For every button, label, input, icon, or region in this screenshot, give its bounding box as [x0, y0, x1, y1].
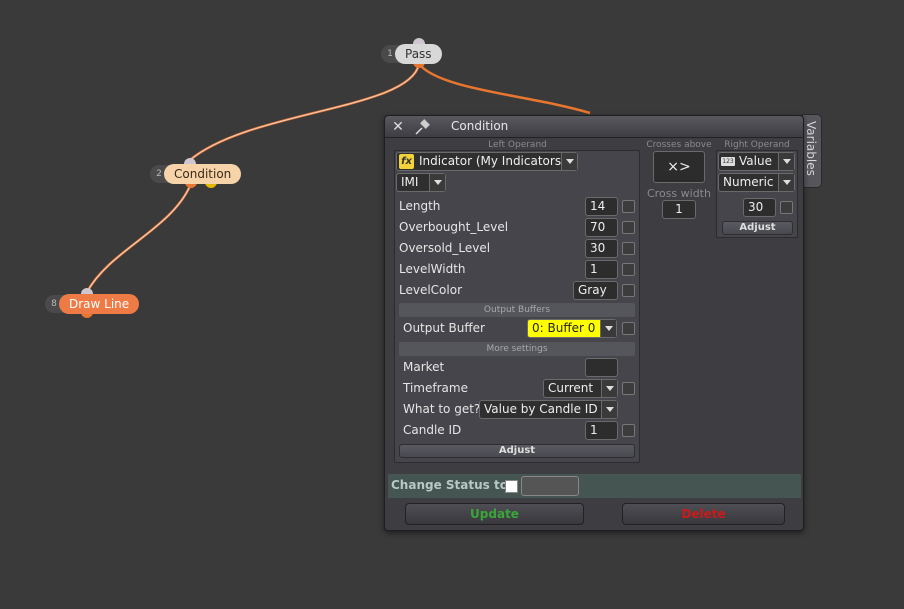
param-checkbox[interactable] [622, 200, 635, 213]
variables-tab-label: Variables [804, 121, 818, 176]
chevron-down-icon [429, 174, 445, 191]
condition-dialog: ✕ Condition Left Operand Crosses above R… [384, 115, 804, 531]
indicator-select[interactable]: fx Indicator (My Indicators) [396, 152, 578, 171]
what-label: What to get? [403, 402, 481, 416]
cross-width-caption: Cross width [647, 187, 711, 200]
node-label: Condition [164, 164, 242, 184]
chevron-down-icon [561, 153, 577, 170]
delete-button[interactable]: Delete [622, 503, 785, 525]
variables-tab[interactable]: Variables [802, 114, 822, 188]
wire-pass-to-dialog [418, 63, 591, 115]
change-status-checkbox[interactable] [505, 480, 518, 493]
param-label: LevelWidth [399, 262, 466, 276]
right-operand-caption: Right Operand [724, 140, 790, 150]
dialog-titlebar[interactable]: ✕ Condition [385, 116, 803, 138]
change-status-bar: Change Status to [388, 474, 801, 498]
node-condition[interactable]: 2 Condition [150, 158, 242, 188]
output-buffer-value: 0: Buffer 0 [532, 321, 596, 335]
cross-width-input[interactable]: 1 [662, 200, 696, 219]
change-status-label: Change Status to [391, 478, 508, 492]
output-buffer-label: Output Buffer [403, 321, 485, 335]
param-checkbox[interactable] [622, 242, 635, 255]
param-input-oversold[interactable]: 30 [585, 239, 618, 258]
chevron-down-icon [778, 174, 794, 191]
right-operand-panel: 123 Value Numeric 30 Adjust [716, 150, 798, 238]
left-operand-panel: fx Indicator (My Indicators) IMI Length … [394, 150, 640, 463]
right-format-value: Numeric [723, 175, 774, 189]
param-label: Overbought_Level [399, 220, 509, 234]
right-type-select[interactable]: 123 Value [718, 152, 795, 171]
operator-button[interactable]: ×> [653, 151, 705, 183]
chevron-down-icon [600, 320, 616, 337]
param-input-levelwidth[interactable]: 1 [585, 260, 618, 279]
right-value-checkbox[interactable] [780, 201, 793, 214]
chevron-down-icon [778, 153, 794, 170]
node-label: Draw Line [59, 294, 140, 314]
candle-id-input[interactable]: 1 [585, 421, 618, 440]
param-checkbox[interactable] [622, 284, 635, 297]
change-status-input[interactable] [521, 476, 579, 496]
param-label: Oversold_Level [399, 241, 491, 255]
left-adjust-button[interactable]: Adjust [399, 444, 635, 458]
param-label: LevelColor [399, 283, 463, 297]
param-input-length[interactable]: 14 [585, 197, 618, 216]
timeframe-checkbox[interactable] [622, 382, 635, 395]
timeframe-value: Current [548, 381, 594, 395]
market-input[interactable] [585, 358, 618, 377]
param-input-overbought[interactable]: 70 [585, 218, 618, 237]
market-label: Market [403, 360, 445, 374]
wire-condition-to-drawline-highlight [86, 185, 191, 293]
right-adjust-button[interactable]: Adjust [722, 221, 793, 235]
param-checkbox[interactable] [622, 221, 635, 234]
node-label: Pass [395, 44, 442, 64]
left-operand-caption: Left Operand [488, 140, 547, 150]
param-label: Length [399, 199, 441, 213]
wire-condition-to-drawline [85, 185, 192, 293]
output-buffers-header: Output Buffers [399, 303, 635, 317]
chevron-down-icon [601, 401, 617, 418]
value-icon: 123 [721, 157, 735, 166]
param-input-levelcolor[interactable]: Gray [573, 281, 618, 300]
chevron-down-icon [601, 380, 617, 397]
more-settings-header: More settings [399, 342, 635, 356]
dialog-title: Condition [451, 119, 509, 133]
what-to-get-value: Value by Candle ID [484, 402, 598, 416]
timeframe-label: Timeframe [403, 381, 468, 395]
node-draw-line[interactable]: 8 Draw Line [45, 288, 140, 318]
indicator-name-value: IMI [401, 175, 419, 189]
candle-id-checkbox[interactable] [622, 424, 635, 437]
indicator-name-select[interactable]: IMI [396, 173, 446, 192]
right-type-value: Value [739, 154, 772, 168]
what-to-get-select[interactable]: Value by Candle ID [479, 400, 618, 419]
right-format-select[interactable]: Numeric [718, 173, 795, 192]
timeframe-select[interactable]: Current [543, 379, 618, 398]
update-button[interactable]: Update [405, 503, 584, 525]
function-icon: fx [399, 154, 414, 169]
param-checkbox[interactable] [622, 263, 635, 276]
output-buffer-select[interactable]: 0: Buffer 0 [527, 319, 617, 338]
output-buffer-checkbox[interactable] [622, 322, 635, 335]
pin-icon[interactable] [413, 118, 433, 136]
node-pass[interactable]: 1 Pass [381, 38, 442, 68]
close-icon[interactable]: ✕ [391, 120, 405, 134]
crosses-caption: Crosses above [646, 140, 712, 150]
right-value-input[interactable]: 30 [743, 198, 776, 217]
indicator-select-value: Indicator (My Indicators) [419, 154, 566, 168]
candle-label: Candle ID [403, 423, 462, 437]
